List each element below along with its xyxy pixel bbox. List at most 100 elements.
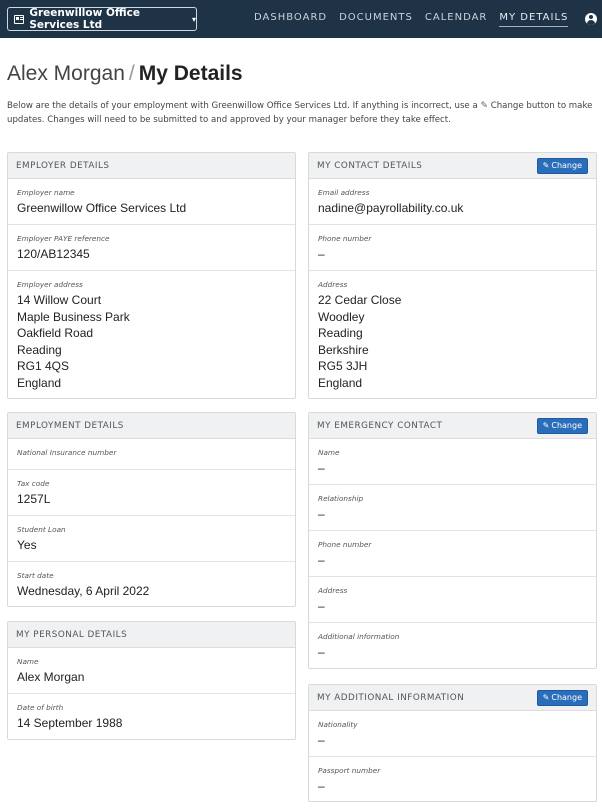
- contact-address-field: Address 22 Cedar Close Woodley Reading B…: [309, 271, 596, 397]
- field-value: –: [318, 507, 325, 521]
- change-label: Change: [551, 161, 582, 170]
- card-header: MY EMERGENCY CONTACT ✎ Change: [309, 413, 596, 439]
- tax-code-field: Tax code 1257L: [8, 470, 295, 516]
- card-title: MY ADDITIONAL INFORMATION: [317, 692, 465, 703]
- intro-text: Below are the details of your employment…: [7, 100, 597, 127]
- field-label: Address: [318, 586, 348, 595]
- employer-name-field: Employer name Greenwillow Office Service…: [8, 179, 295, 225]
- change-label: Change: [551, 693, 582, 702]
- employer-address-field: Employer address 14 Willow Court Maple B…: [8, 271, 295, 397]
- nav-dashboard[interactable]: DASHBOARD: [254, 12, 327, 27]
- card-header: MY ADDITIONAL INFORMATION ✎ Change: [309, 685, 596, 711]
- field-value: –: [318, 645, 325, 659]
- field-label: Employer address: [17, 280, 83, 289]
- field-label: Email address: [318, 188, 370, 197]
- field-value: –: [318, 733, 325, 747]
- address-line: Woodley: [318, 309, 365, 324]
- field-value: Wednesday, 6 April 2022: [17, 584, 150, 598]
- emergency-info-field: Additional information –: [309, 623, 596, 667]
- field-label: Date of birth: [17, 703, 64, 712]
- field-label: Start date: [17, 571, 54, 580]
- field-label: Tax code: [17, 479, 50, 488]
- nav-documents[interactable]: DOCUMENTS: [339, 12, 413, 27]
- pencil-icon: ✎: [542, 693, 550, 702]
- field-label: Phone number: [318, 540, 372, 549]
- start-date-field: Start date Wednesday, 6 April 2022: [8, 562, 295, 606]
- user-circle-icon[interactable]: [585, 13, 597, 25]
- field-label: Name: [318, 448, 340, 457]
- address-line: Reading: [318, 326, 363, 340]
- card-title: EMPLOYMENT DETAILS: [16, 420, 124, 431]
- field-value: –: [318, 461, 325, 475]
- company-name: Greenwillow Office Services Ltd: [29, 7, 140, 31]
- title-person-name: Alex Morgan: [7, 62, 125, 85]
- intro-change-word: Change: [490, 101, 524, 111]
- field-value: –: [318, 599, 325, 613]
- field-value: 14 Willow Court Maple Business Park Oakf…: [17, 292, 286, 391]
- top-navbar: Greenwillow Office Services Ltd ▾ DASHBO…: [0, 0, 602, 38]
- passport-field: Passport number –: [309, 757, 596, 801]
- field-label: National Insurance number: [17, 448, 117, 457]
- personal-name-field: Name Alex Morgan: [8, 648, 295, 694]
- field-value: 14 September 1988: [17, 716, 123, 730]
- nav-my-details[interactable]: MY DETAILS: [499, 12, 569, 27]
- title-separator: /: [128, 62, 135, 85]
- caret-down-icon: ▾: [191, 14, 196, 24]
- field-label: Address: [318, 280, 348, 289]
- address-line: 14 Willow Court: [17, 293, 102, 307]
- emergency-phone-field: Phone number –: [309, 531, 596, 577]
- emergency-contact-card: MY EMERGENCY CONTACT ✎ Change Name – Rela…: [308, 412, 597, 669]
- field-value: Greenwillow Office Services Ltd: [17, 201, 187, 215]
- company-switcher-button[interactable]: Greenwillow Office Services Ltd ▾: [7, 7, 197, 31]
- field-label: Employer PAYE reference: [17, 234, 110, 243]
- address-line: RG1 4QS: [17, 359, 70, 373]
- card-header: EMPLOYMENT DETAILS: [8, 413, 295, 439]
- field-value: –: [318, 247, 325, 261]
- nav-calendar[interactable]: CALENDAR: [425, 12, 488, 27]
- field-value: Yes: [17, 538, 37, 552]
- change-contact-button[interactable]: ✎ Change: [536, 157, 588, 174]
- field-value: –: [318, 779, 325, 793]
- field-value: –: [318, 553, 325, 567]
- change-emergency-button[interactable]: ✎ Change: [536, 417, 588, 434]
- emergency-name-field: Name –: [309, 439, 596, 485]
- card-title: MY CONTACT DETAILS: [317, 160, 423, 171]
- field-value: 1257L: [17, 492, 51, 506]
- address-line: Berkshire: [318, 342, 369, 357]
- address-line: Oakfield Road: [17, 326, 94, 340]
- address-line: RG5 3JH: [318, 359, 368, 373]
- field-value: 120/AB12345: [17, 247, 90, 261]
- card-header: MY CONTACT DETAILS ✎ Change: [309, 153, 596, 179]
- field-label: Passport number: [318, 766, 381, 775]
- student-loan-field: Student Loan Yes: [8, 516, 295, 562]
- change-additional-button[interactable]: ✎ Change: [536, 689, 588, 706]
- field-label: Phone number: [318, 234, 372, 243]
- contact-details-card: MY CONTACT DETAILS ✎ Change Email address…: [308, 152, 597, 399]
- field-label: Relationship: [318, 494, 364, 503]
- address-line: Maple Business Park: [17, 309, 130, 324]
- id-card-icon: [14, 14, 25, 24]
- card-header: MY PERSONAL DETAILS: [8, 622, 295, 648]
- address-line: 22 Cedar Close: [318, 293, 402, 307]
- field-label: Student Loan: [17, 525, 66, 534]
- ni-number-field: National Insurance number: [8, 439, 295, 470]
- address-line: England: [318, 375, 363, 390]
- field-label: Nationality: [318, 720, 358, 729]
- employer-paye-field: Employer PAYE reference 120/AB12345: [8, 225, 295, 271]
- title-section: My Details: [138, 62, 243, 85]
- field-value: 22 Cedar Close Woodley Reading Berkshire…: [318, 292, 587, 391]
- field-value: nadine@payrollability.co.uk: [318, 201, 464, 215]
- email-field: Email address nadine@payrollability.co.u…: [309, 179, 596, 225]
- nationality-field: Nationality –: [309, 711, 596, 757]
- emergency-address-field: Address –: [309, 577, 596, 623]
- field-label: Additional information: [318, 632, 400, 641]
- field-label: Name: [17, 657, 39, 666]
- additional-info-card: MY ADDITIONAL INFORMATION ✎ Change Nation…: [308, 684, 597, 802]
- address-line: England: [17, 375, 62, 390]
- employer-details-card: EMPLOYER DETAILS Employer name Greenwill…: [7, 152, 296, 399]
- emergency-relationship-field: Relationship –: [309, 485, 596, 531]
- card-header: EMPLOYER DETAILS: [8, 153, 295, 179]
- phone-field: Phone number –: [309, 225, 596, 271]
- card-title: MY EMERGENCY CONTACT: [317, 420, 443, 431]
- employment-details-card: EMPLOYMENT DETAILS National Insurance nu…: [7, 412, 296, 607]
